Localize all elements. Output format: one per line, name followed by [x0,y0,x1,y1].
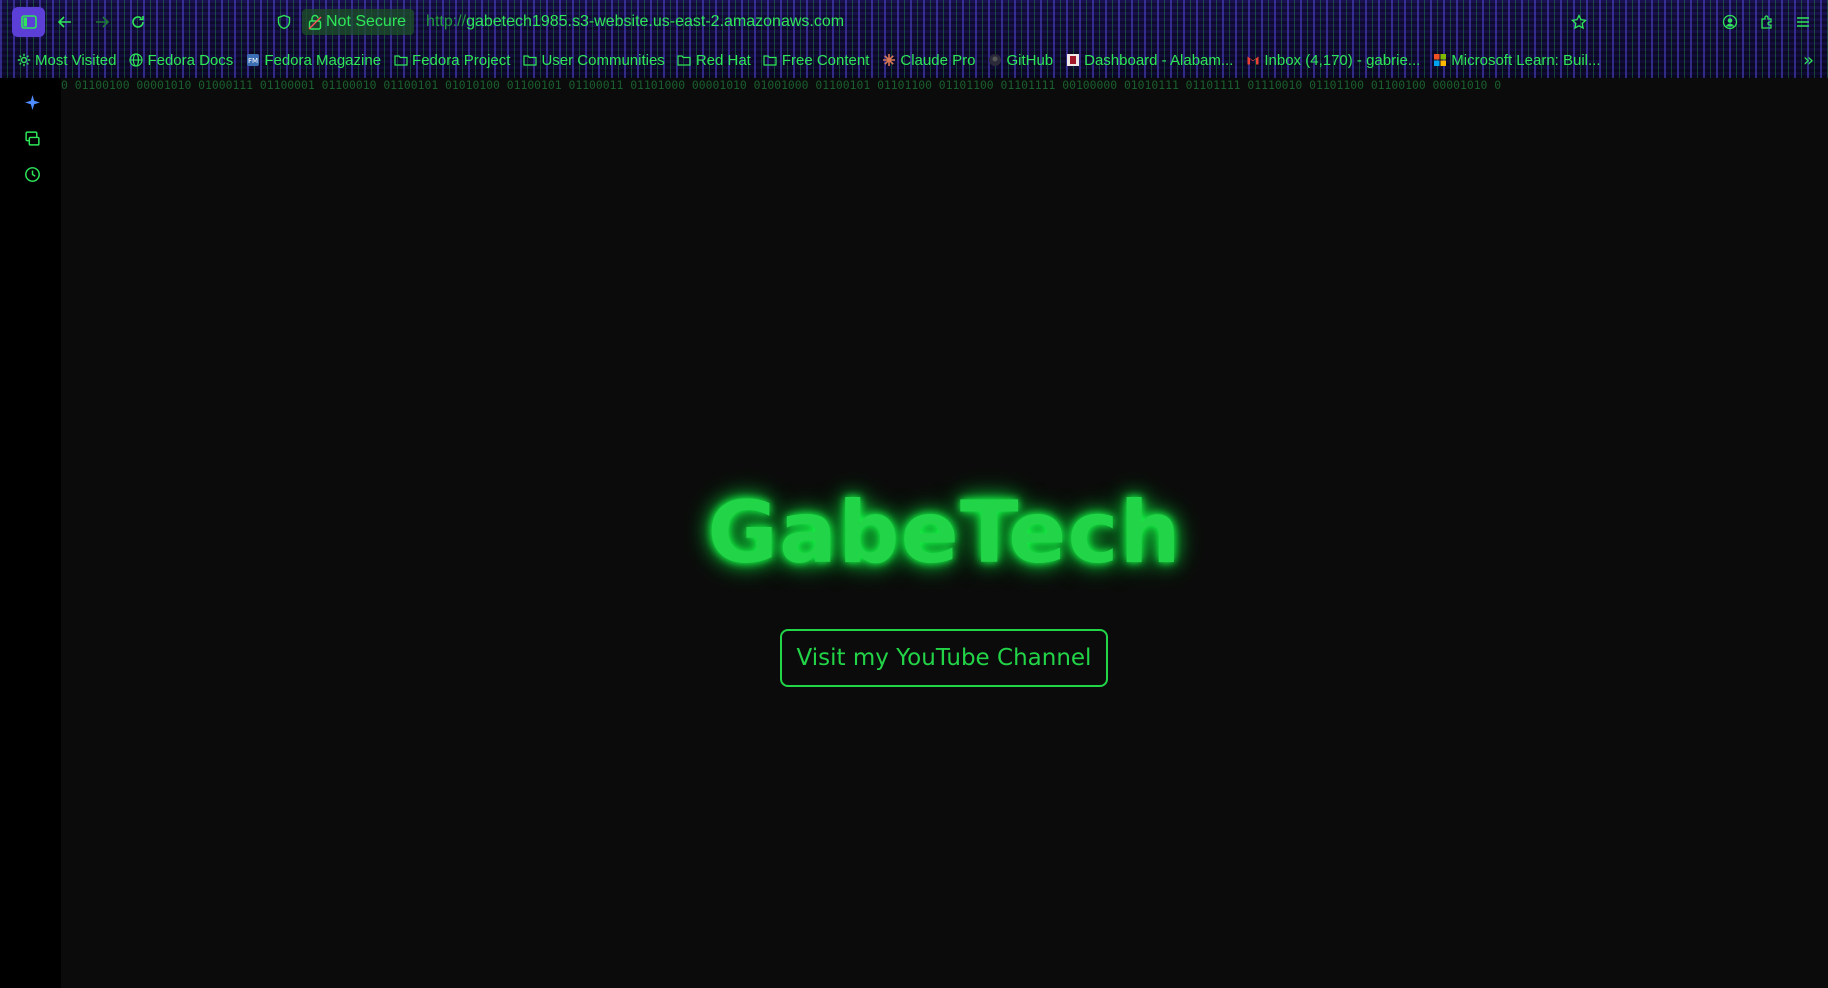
bookmark-label: GitHub [1006,51,1054,69]
github-icon [987,53,1002,68]
bookmark-label: Fedora Docs [147,51,234,69]
web-page: 0 01100100 00001010 01000111 01100001 01… [61,78,1828,988]
arrow-right-icon [96,16,110,28]
bookmark-fedora-project[interactable]: Fedora Project [393,52,510,69]
bookmark-gmail-inbox[interactable]: Inbox (4,170) - gabrie... [1245,52,1420,69]
fedora-magazine-icon: FM [245,53,260,68]
url-text[interactable]: http://gabetech1985.s3-website.us-east-2… [426,13,844,31]
bookmark-label: Inbox (4,170) - gabrie... [1264,51,1421,69]
bookmark-user-communities[interactable]: User Communities [522,51,665,69]
claude-icon [881,53,896,68]
folder-icon [677,53,692,68]
globe-icon [128,53,143,68]
microsoft-icon [1432,53,1447,68]
sidebar-icon [20,15,37,29]
clock-icon [24,166,40,182]
bookmark-microsoft-learn[interactable]: Microsoft Learn: Buil... [1432,51,1601,69]
bookmark-dashboard[interactable]: Dashboard - Alabam... [1065,52,1233,69]
svg-text:FM: FM [248,57,258,65]
puzzle-icon [1761,15,1772,29]
sidebar-synced-tabs-button[interactable] [21,127,43,149]
folder-icon [522,53,537,68]
bookmark-label: Claude Pro [900,51,976,69]
unlocked-lock-icon [308,14,322,30]
folder-icon [763,53,778,68]
bookmark-label: Most Visited [35,51,117,69]
sidebar-ai-chat-button[interactable] [21,91,43,113]
account-button[interactable] [1717,9,1743,35]
bookmark-list: Most Visited Fedora Docs FM Fedora Magaz… [16,44,1613,76]
bookmark-star-button[interactable] [1566,9,1592,35]
sidebar-toggle-button[interactable] [12,7,45,37]
bookmark-label: Free Content [781,51,870,69]
reload-button[interactable] [124,9,152,35]
address-bar[interactable]: Not Secure http://gabetech1985.s3-websit… [276,8,1576,36]
bookmark-label: User Communities [541,51,665,69]
bookmark-free-content[interactable]: Free Content [763,51,870,69]
security-label: Not Secure [326,13,407,30]
bookmark-label: Fedora Magazine [264,51,382,69]
navigation-toolbar: Not Secure http://gabetech1985.s3-websit… [0,0,1828,44]
account-icon [1722,14,1738,30]
url-scheme: http:// [426,13,467,30]
back-button[interactable] [51,9,79,35]
bookmark-label: Fedora Project [412,51,511,69]
youtube-channel-button[interactable]: Visit my YouTube Channel [780,629,1108,687]
bookmark-label: Red Hat [695,51,751,69]
menu-button[interactable] [1790,9,1816,35]
shield-icon[interactable] [276,14,292,30]
folder-icon [393,53,408,68]
browser-chrome: Not Secure http://gabetech1985.s3-websit… [0,0,1828,78]
synced-tabs-icon [24,130,40,146]
bookmark-fedora-magazine[interactable]: FM Fedora Magazine [245,52,381,69]
arrow-left-icon [57,16,71,28]
site-title: GabeTech [707,483,1182,583]
reload-icon [132,16,144,28]
bookmark-red-hat[interactable]: Red Hat [677,52,751,69]
sparkle-icon [24,94,40,110]
gmail-icon [1245,53,1260,68]
bookmark-github[interactable]: GitHub [987,52,1053,69]
sidebar-history-button[interactable] [21,163,43,185]
hamburger-icon [1797,17,1809,27]
bookmark-most-visited[interactable]: Most Visited [16,52,116,69]
forward-button[interactable] [88,9,116,35]
url-host: gabetech1985.s3-website.us-east-2.amazon… [466,13,845,30]
browser-sidebar [0,78,61,988]
binary-stream-text: 0 01100100 00001010 01000111 01100001 01… [61,78,1502,92]
bookmark-claude-pro[interactable]: Claude Pro [881,52,975,69]
bookmarks-overflow-button[interactable]: » [1803,50,1814,71]
dashboard-icon [1065,53,1080,68]
gear-icon [16,53,31,68]
bookmark-label: Microsoft Learn: Buil... [1451,51,1601,69]
bookmark-label: Dashboard - Alabam... [1084,51,1234,69]
extensions-button[interactable] [1754,9,1780,35]
bookmarks-toolbar: Most Visited Fedora Docs FM Fedora Magaz… [0,44,1828,76]
bookmark-fedora-docs[interactable]: Fedora Docs [128,52,233,69]
security-indicator[interactable]: Not Secure [302,9,415,35]
star-icon [1571,14,1587,30]
